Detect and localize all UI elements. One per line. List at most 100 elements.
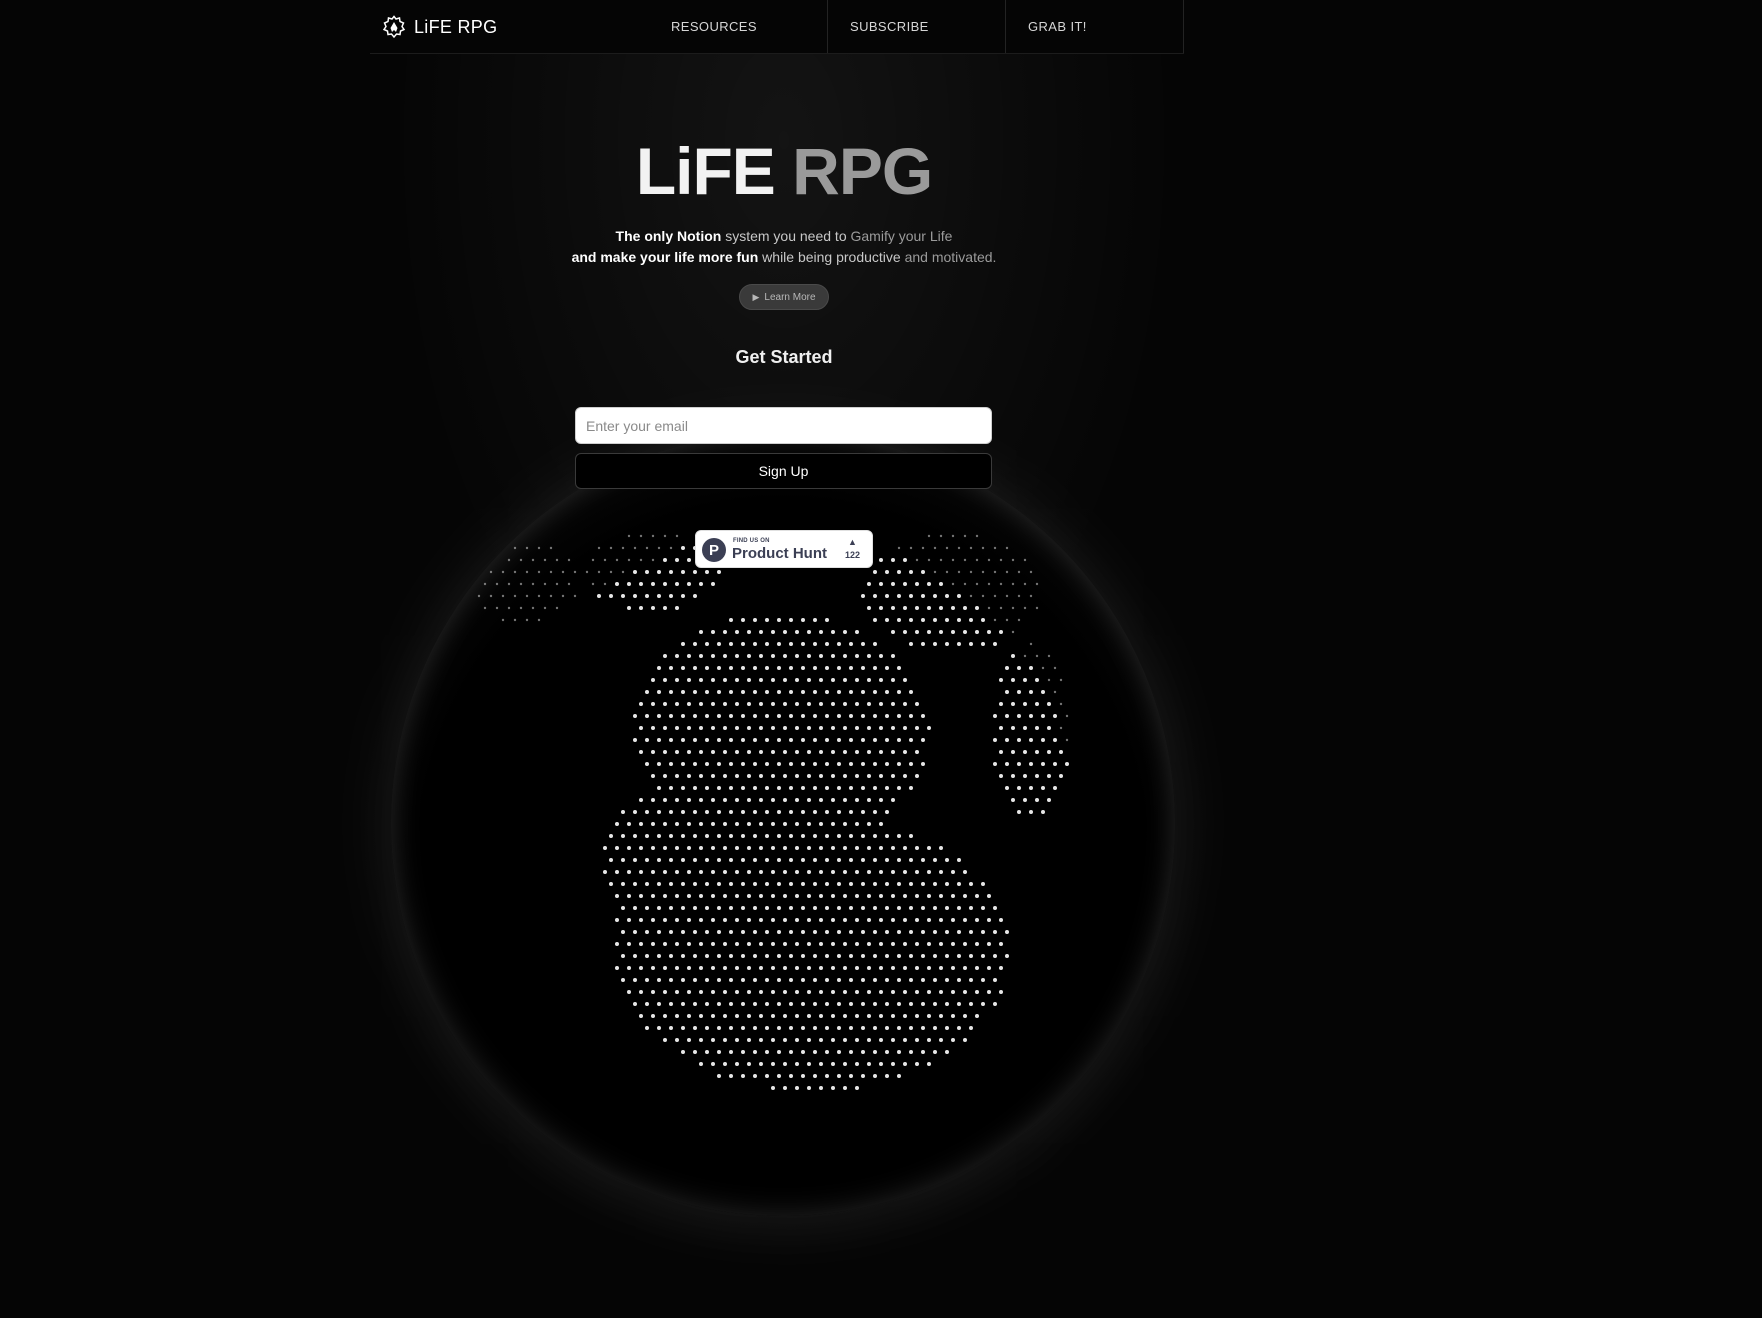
globe-dot bbox=[837, 762, 841, 766]
email-input[interactable] bbox=[575, 407, 992, 444]
globe-dot bbox=[903, 966, 907, 970]
globe-dot bbox=[903, 870, 907, 874]
globe-dot bbox=[945, 978, 949, 982]
globe-dot bbox=[969, 978, 973, 982]
globe-dot bbox=[927, 846, 931, 850]
globe-dot bbox=[909, 738, 913, 742]
globe-dot bbox=[849, 906, 853, 910]
globe-dot bbox=[705, 954, 709, 958]
globe-dot bbox=[891, 582, 895, 586]
globe-dot bbox=[999, 990, 1003, 994]
globe-dot bbox=[909, 714, 913, 718]
globe-dot bbox=[885, 762, 889, 766]
globe-dot bbox=[933, 954, 937, 958]
globe-dot bbox=[885, 810, 889, 814]
globe-dot bbox=[711, 942, 715, 946]
globe-dot bbox=[741, 882, 745, 886]
globe-dot bbox=[801, 954, 805, 958]
globe-dot bbox=[537, 618, 541, 622]
globe-dot bbox=[519, 582, 523, 586]
globe-dot bbox=[765, 1050, 769, 1054]
globe-dot bbox=[909, 642, 913, 646]
globe-dot bbox=[861, 1050, 865, 1054]
globe-dot bbox=[915, 990, 919, 994]
globe-dot bbox=[669, 858, 673, 862]
globe-dot bbox=[711, 678, 715, 682]
globe-dot bbox=[1023, 654, 1027, 658]
globe-dot bbox=[627, 990, 631, 994]
globe-dot bbox=[723, 894, 727, 898]
globe-dot bbox=[903, 1014, 907, 1018]
nav-link-resources[interactable]: RESOURCES bbox=[649, 0, 828, 53]
globe-dot bbox=[825, 858, 829, 862]
globe-dot bbox=[915, 918, 919, 922]
globe-dot bbox=[681, 786, 685, 790]
globe-dot bbox=[753, 906, 757, 910]
globe-dot bbox=[615, 582, 619, 586]
globe-dot bbox=[585, 570, 589, 574]
globe-dot bbox=[927, 582, 931, 586]
globe-dot bbox=[717, 738, 721, 742]
globe-dot bbox=[657, 1002, 661, 1006]
globe-dot bbox=[1035, 654, 1039, 658]
globe-dot bbox=[1023, 798, 1027, 802]
globe-dot bbox=[759, 774, 763, 778]
globe-dot bbox=[597, 570, 601, 574]
globe-dot bbox=[867, 678, 871, 682]
globe-dot bbox=[903, 558, 907, 562]
globe-dot bbox=[675, 678, 679, 682]
globe-dot bbox=[525, 594, 529, 598]
globe-dot bbox=[921, 594, 925, 598]
globe-dot bbox=[813, 930, 817, 934]
nav-link-subscribe[interactable]: SUBSCRIBE bbox=[828, 0, 1006, 53]
globe-dot bbox=[777, 810, 781, 814]
globe-dot bbox=[927, 558, 931, 562]
globe-dot bbox=[873, 978, 877, 982]
globe-dot bbox=[675, 894, 679, 898]
globe-dot bbox=[957, 858, 961, 862]
globe-dot bbox=[645, 594, 649, 598]
globe-dot bbox=[705, 1026, 709, 1030]
globe-dot bbox=[765, 1074, 769, 1078]
globe-dot bbox=[705, 906, 709, 910]
product-hunt-badge[interactable]: P FIND US ON Product Hunt ▲ 122 bbox=[695, 530, 873, 568]
globe-dot bbox=[573, 594, 577, 598]
globe-dot bbox=[789, 834, 793, 838]
globe-dot bbox=[741, 762, 745, 766]
globe-dot bbox=[795, 990, 799, 994]
globe-dot bbox=[639, 918, 643, 922]
globe-dot bbox=[765, 690, 769, 694]
globe-dot bbox=[711, 750, 715, 754]
globe-dot bbox=[831, 702, 835, 706]
sign-up-button[interactable]: Sign Up bbox=[575, 453, 992, 489]
learn-more-button[interactable]: ▶ Learn More bbox=[739, 284, 829, 310]
globe-dot bbox=[975, 558, 979, 562]
play-icon: ▶ bbox=[752, 291, 760, 302]
globe-dot bbox=[711, 1038, 715, 1042]
globe-dot bbox=[663, 558, 667, 562]
globe-dot bbox=[651, 942, 655, 946]
brand-logo-link[interactable]: LiFE RPG bbox=[382, 14, 497, 40]
nav-link-grab-it[interactable]: GRAB IT! bbox=[1006, 0, 1184, 53]
globe-dot bbox=[795, 654, 799, 658]
globe-dot bbox=[705, 570, 709, 574]
globe-dot bbox=[651, 750, 655, 754]
globe-dot bbox=[645, 690, 649, 694]
globe-dot bbox=[693, 1002, 697, 1006]
globe-dot bbox=[741, 1050, 745, 1054]
globe-dot bbox=[501, 618, 505, 622]
globe-dot bbox=[885, 738, 889, 742]
globe-dot bbox=[735, 918, 739, 922]
globe-dot bbox=[849, 786, 853, 790]
globe-dot bbox=[723, 702, 727, 706]
globe-dot bbox=[807, 654, 811, 658]
globe-dot bbox=[789, 642, 793, 646]
globe-dot bbox=[909, 1026, 913, 1030]
globe-dot bbox=[951, 582, 955, 586]
globe-dot bbox=[891, 870, 895, 874]
globe-dot bbox=[615, 822, 619, 826]
globe-dot bbox=[645, 810, 649, 814]
globe-dot bbox=[873, 570, 877, 574]
globe-dot bbox=[1029, 570, 1033, 574]
globe-dot bbox=[765, 954, 769, 958]
